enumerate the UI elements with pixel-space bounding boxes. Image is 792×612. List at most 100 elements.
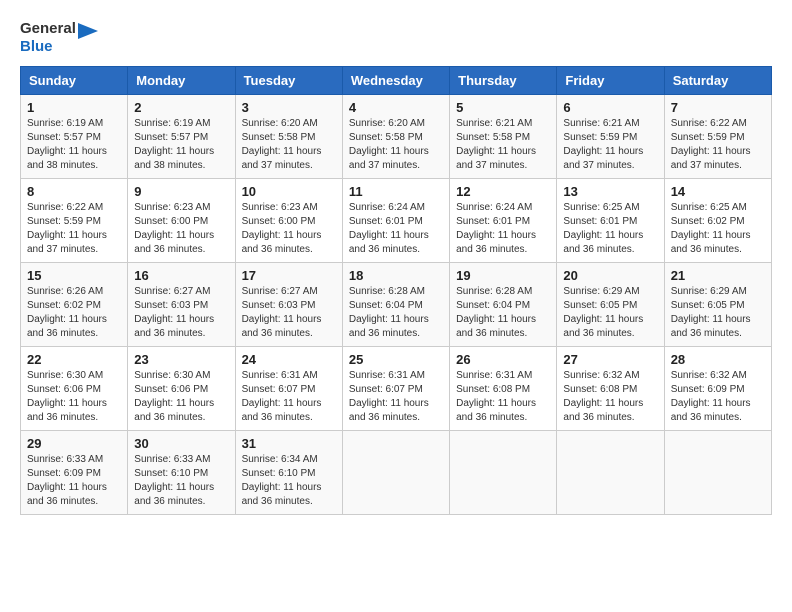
- day-number: 8: [27, 184, 121, 199]
- day-number: 5: [456, 100, 550, 115]
- day-detail: Sunrise: 6:31 AMSunset: 6:08 PMDaylight:…: [456, 369, 550, 425]
- calendar-cell: [342, 431, 449, 515]
- day-detail: Sunrise: 6:20 AMSunset: 5:58 PMDaylight:…: [242, 117, 336, 173]
- day-number: 27: [563, 352, 657, 367]
- day-detail: Sunrise: 6:26 AMSunset: 6:02 PMDaylight:…: [27, 285, 121, 341]
- day-detail: Sunrise: 6:22 AMSunset: 5:59 PMDaylight:…: [671, 117, 765, 173]
- day-number: 22: [27, 352, 121, 367]
- day-number: 10: [242, 184, 336, 199]
- day-detail: Sunrise: 6:32 AMSunset: 6:08 PMDaylight:…: [563, 369, 657, 425]
- day-detail: Sunrise: 6:34 AMSunset: 6:10 PMDaylight:…: [242, 453, 336, 509]
- day-number: 7: [671, 100, 765, 115]
- day-detail: Sunrise: 6:31 AMSunset: 6:07 PMDaylight:…: [242, 369, 336, 425]
- calendar-cell: 2 Sunrise: 6:19 AMSunset: 5:57 PMDayligh…: [128, 95, 235, 179]
- day-detail: Sunrise: 6:23 AMSunset: 6:00 PMDaylight:…: [242, 201, 336, 257]
- day-detail: Sunrise: 6:21 AMSunset: 5:58 PMDaylight:…: [456, 117, 550, 173]
- day-detail: Sunrise: 6:29 AMSunset: 6:05 PMDaylight:…: [671, 285, 765, 341]
- day-detail: Sunrise: 6:33 AMSunset: 6:09 PMDaylight:…: [27, 453, 121, 509]
- calendar-cell: 25 Sunrise: 6:31 AMSunset: 6:07 PMDaylig…: [342, 347, 449, 431]
- day-number: 3: [242, 100, 336, 115]
- calendar-cell: 24 Sunrise: 6:31 AMSunset: 6:07 PMDaylig…: [235, 347, 342, 431]
- day-detail: Sunrise: 6:21 AMSunset: 5:59 PMDaylight:…: [563, 117, 657, 173]
- day-detail: Sunrise: 6:32 AMSunset: 6:09 PMDaylight:…: [671, 369, 765, 425]
- day-number: 30: [134, 436, 228, 451]
- calendar-cell: 20 Sunrise: 6:29 AMSunset: 6:05 PMDaylig…: [557, 263, 664, 347]
- calendar-cell: 7 Sunrise: 6:22 AMSunset: 5:59 PMDayligh…: [664, 95, 771, 179]
- day-number: 15: [27, 268, 121, 283]
- calendar-cell: 12 Sunrise: 6:24 AMSunset: 6:01 PMDaylig…: [450, 179, 557, 263]
- day-detail: Sunrise: 6:24 AMSunset: 6:01 PMDaylight:…: [349, 201, 443, 257]
- page-header: GeneralBlue: [20, 20, 772, 56]
- calendar-cell: 1 Sunrise: 6:19 AMSunset: 5:57 PMDayligh…: [21, 95, 128, 179]
- day-number: 11: [349, 184, 443, 199]
- calendar-cell: 29 Sunrise: 6:33 AMSunset: 6:09 PMDaylig…: [21, 431, 128, 515]
- day-number: 21: [671, 268, 765, 283]
- calendar-cell: 23 Sunrise: 6:30 AMSunset: 6:06 PMDaylig…: [128, 347, 235, 431]
- day-number: 12: [456, 184, 550, 199]
- calendar-cell: 8 Sunrise: 6:22 AMSunset: 5:59 PMDayligh…: [21, 179, 128, 263]
- day-detail: Sunrise: 6:20 AMSunset: 5:58 PMDaylight:…: [349, 117, 443, 173]
- header-day-thursday: Thursday: [450, 67, 557, 95]
- day-detail: Sunrise: 6:27 AMSunset: 6:03 PMDaylight:…: [242, 285, 336, 341]
- logo-text: GeneralBlue: [20, 20, 76, 56]
- calendar-cell: 18 Sunrise: 6:28 AMSunset: 6:04 PMDaylig…: [342, 263, 449, 347]
- day-detail: Sunrise: 6:30 AMSunset: 6:06 PMDaylight:…: [27, 369, 121, 425]
- calendar-week-1: 1 Sunrise: 6:19 AMSunset: 5:57 PMDayligh…: [21, 95, 772, 179]
- calendar-cell: 22 Sunrise: 6:30 AMSunset: 6:06 PMDaylig…: [21, 347, 128, 431]
- day-number: 13: [563, 184, 657, 199]
- calendar-cell: 26 Sunrise: 6:31 AMSunset: 6:08 PMDaylig…: [450, 347, 557, 431]
- calendar-cell: 11 Sunrise: 6:24 AMSunset: 6:01 PMDaylig…: [342, 179, 449, 263]
- calendar-header-row: SundayMondayTuesdayWednesdayThursdayFrid…: [21, 67, 772, 95]
- header-day-friday: Friday: [557, 67, 664, 95]
- calendar-cell: [450, 431, 557, 515]
- day-number: 19: [456, 268, 550, 283]
- day-detail: Sunrise: 6:24 AMSunset: 6:01 PMDaylight:…: [456, 201, 550, 257]
- calendar-cell: 5 Sunrise: 6:21 AMSunset: 5:58 PMDayligh…: [450, 95, 557, 179]
- logo-flag-icon: [78, 23, 98, 53]
- calendar-cell: 16 Sunrise: 6:27 AMSunset: 6:03 PMDaylig…: [128, 263, 235, 347]
- calendar-cell: [557, 431, 664, 515]
- day-number: 20: [563, 268, 657, 283]
- day-number: 24: [242, 352, 336, 367]
- calendar-table: SundayMondayTuesdayWednesdayThursdayFrid…: [20, 66, 772, 515]
- header-day-wednesday: Wednesday: [342, 67, 449, 95]
- header-day-sunday: Sunday: [21, 67, 128, 95]
- day-number: 26: [456, 352, 550, 367]
- calendar-cell: 19 Sunrise: 6:28 AMSunset: 6:04 PMDaylig…: [450, 263, 557, 347]
- header-day-tuesday: Tuesday: [235, 67, 342, 95]
- day-number: 14: [671, 184, 765, 199]
- calendar-cell: 14 Sunrise: 6:25 AMSunset: 6:02 PMDaylig…: [664, 179, 771, 263]
- calendar-cell: 31 Sunrise: 6:34 AMSunset: 6:10 PMDaylig…: [235, 431, 342, 515]
- day-number: 17: [242, 268, 336, 283]
- calendar-cell: 9 Sunrise: 6:23 AMSunset: 6:00 PMDayligh…: [128, 179, 235, 263]
- day-number: 25: [349, 352, 443, 367]
- calendar-cell: 15 Sunrise: 6:26 AMSunset: 6:02 PMDaylig…: [21, 263, 128, 347]
- day-number: 2: [134, 100, 228, 115]
- day-detail: Sunrise: 6:28 AMSunset: 6:04 PMDaylight:…: [456, 285, 550, 341]
- day-number: 4: [349, 100, 443, 115]
- day-detail: Sunrise: 6:19 AMSunset: 5:57 PMDaylight:…: [134, 117, 228, 173]
- day-number: 9: [134, 184, 228, 199]
- day-detail: Sunrise: 6:30 AMSunset: 6:06 PMDaylight:…: [134, 369, 228, 425]
- logo: GeneralBlue: [20, 20, 98, 56]
- day-detail: Sunrise: 6:31 AMSunset: 6:07 PMDaylight:…: [349, 369, 443, 425]
- day-detail: Sunrise: 6:29 AMSunset: 6:05 PMDaylight:…: [563, 285, 657, 341]
- calendar-cell: 21 Sunrise: 6:29 AMSunset: 6:05 PMDaylig…: [664, 263, 771, 347]
- day-detail: Sunrise: 6:25 AMSunset: 6:02 PMDaylight:…: [671, 201, 765, 257]
- day-detail: Sunrise: 6:33 AMSunset: 6:10 PMDaylight:…: [134, 453, 228, 509]
- day-number: 18: [349, 268, 443, 283]
- calendar-week-3: 15 Sunrise: 6:26 AMSunset: 6:02 PMDaylig…: [21, 263, 772, 347]
- day-number: 28: [671, 352, 765, 367]
- day-detail: Sunrise: 6:28 AMSunset: 6:04 PMDaylight:…: [349, 285, 443, 341]
- day-detail: Sunrise: 6:23 AMSunset: 6:00 PMDaylight:…: [134, 201, 228, 257]
- calendar-week-2: 8 Sunrise: 6:22 AMSunset: 5:59 PMDayligh…: [21, 179, 772, 263]
- calendar-cell: 30 Sunrise: 6:33 AMSunset: 6:10 PMDaylig…: [128, 431, 235, 515]
- day-number: 31: [242, 436, 336, 451]
- calendar-week-5: 29 Sunrise: 6:33 AMSunset: 6:09 PMDaylig…: [21, 431, 772, 515]
- calendar-cell: 3 Sunrise: 6:20 AMSunset: 5:58 PMDayligh…: [235, 95, 342, 179]
- day-number: 29: [27, 436, 121, 451]
- day-number: 23: [134, 352, 228, 367]
- header-day-monday: Monday: [128, 67, 235, 95]
- calendar-cell: 13 Sunrise: 6:25 AMSunset: 6:01 PMDaylig…: [557, 179, 664, 263]
- calendar-cell: 10 Sunrise: 6:23 AMSunset: 6:00 PMDaylig…: [235, 179, 342, 263]
